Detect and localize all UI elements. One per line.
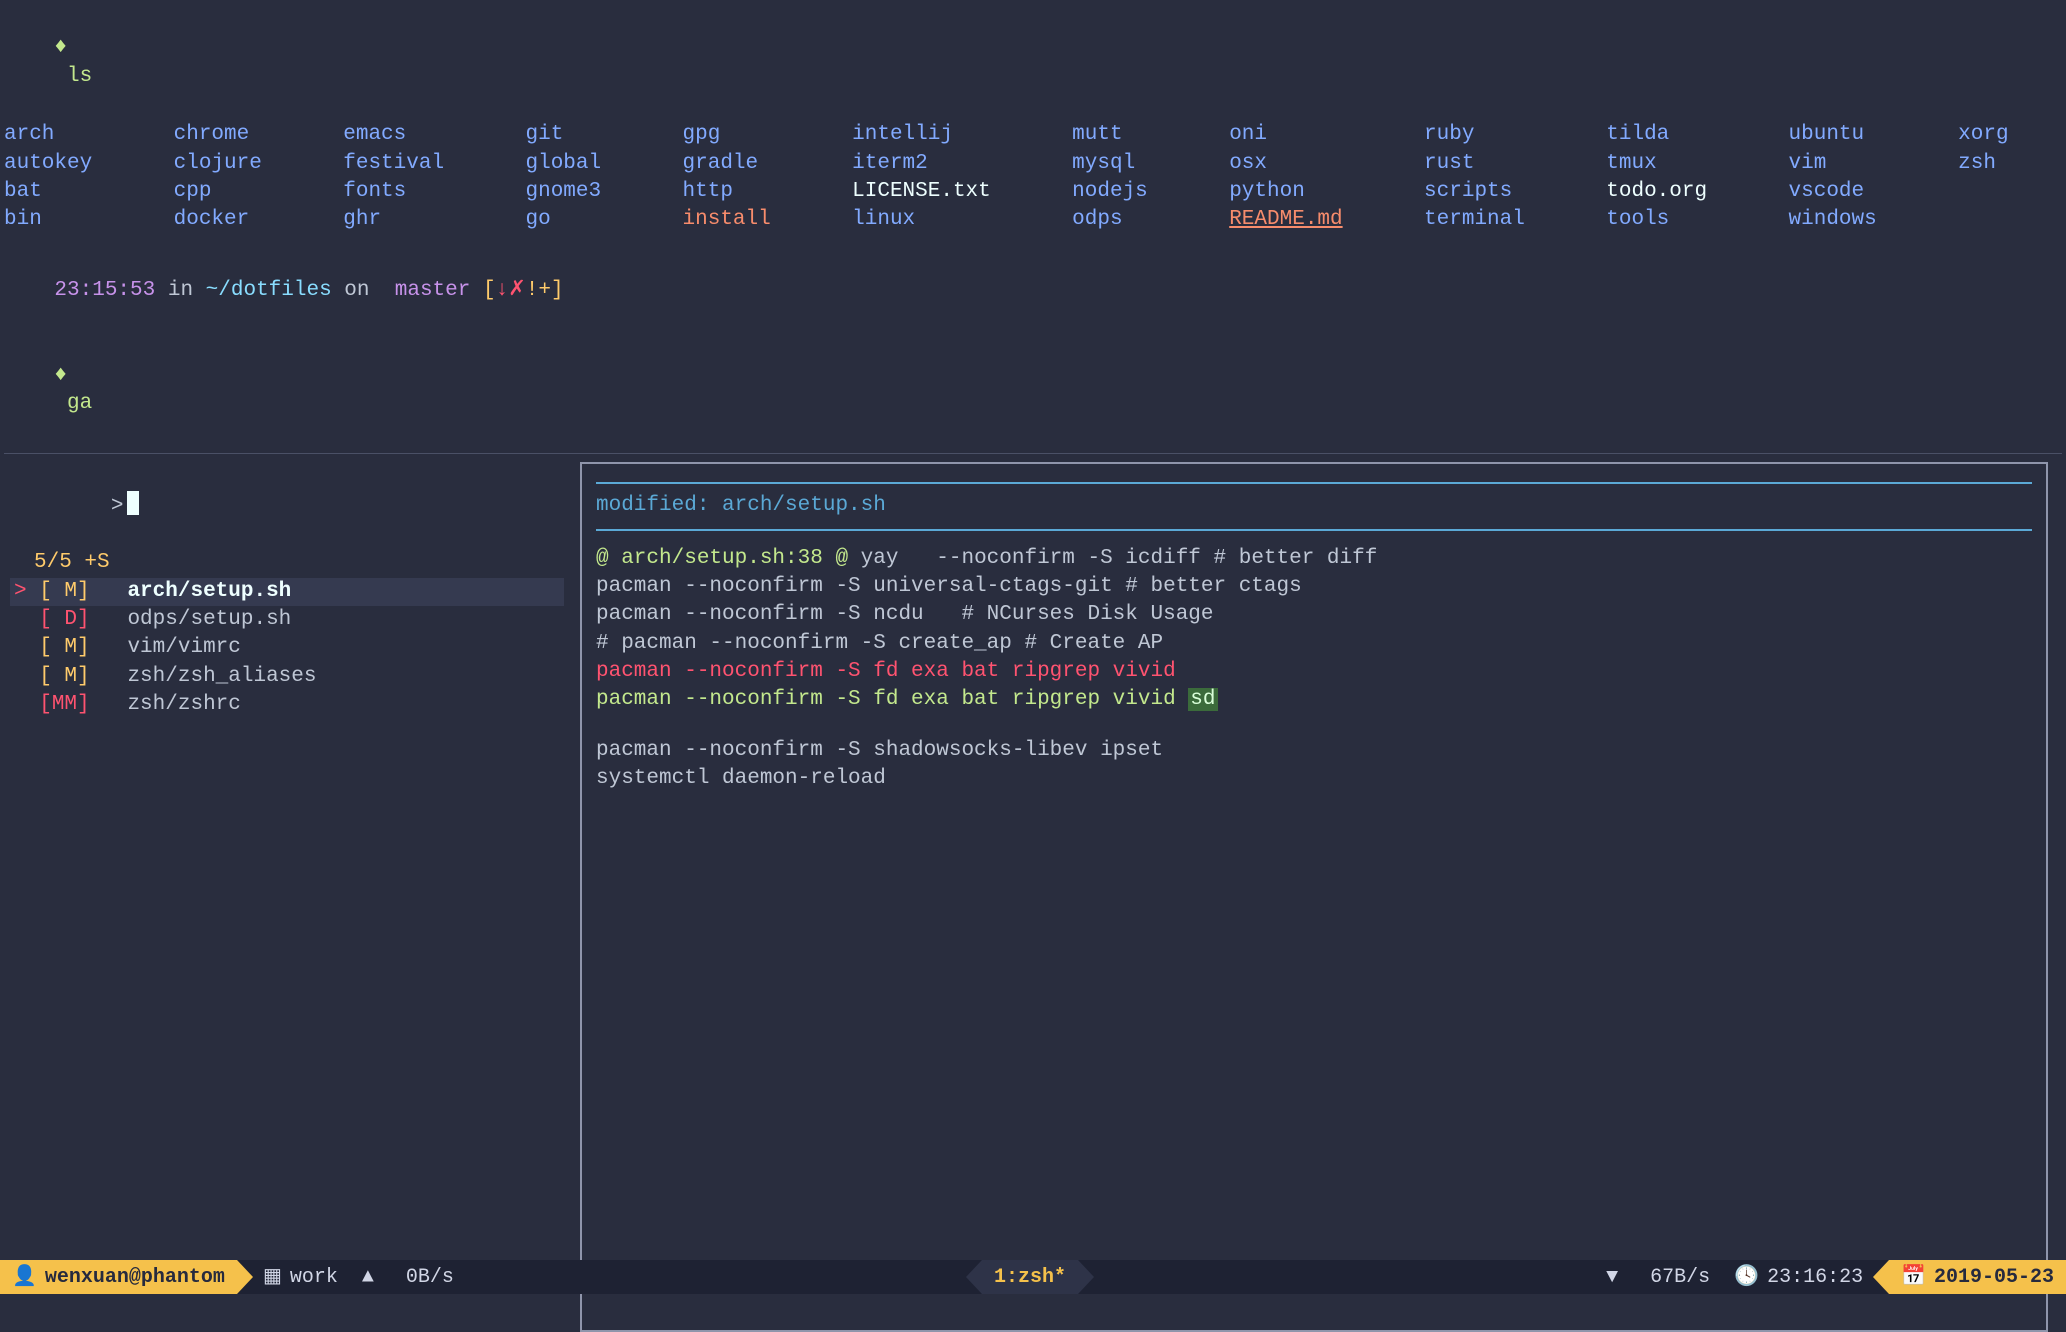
ls-entry: odps xyxy=(1072,206,1201,234)
flame-icon: ♦ xyxy=(54,36,67,59)
chevron-down-icon: ▼ xyxy=(1606,1264,1618,1291)
ls-entry: gradle xyxy=(683,150,825,178)
status-userhost: 👤wenxuan@phantom xyxy=(0,1260,237,1294)
diff-context: pacman --noconfirm -S ncdu # NCurses Dis… xyxy=(596,601,2032,629)
prompt-path: ~/dotfiles xyxy=(206,279,332,302)
calendar-icon: 📅 xyxy=(1901,1264,1926,1291)
ls-entry: linux xyxy=(852,206,1044,234)
diff-hunk: @ arch/setup.sh:38 @ yay --noconfirm -S … xyxy=(596,545,2032,573)
ls-entry: gnome3 xyxy=(525,178,654,206)
ls-entry: intellij xyxy=(852,121,1044,149)
clock-icon: 🕓 xyxy=(1734,1264,1759,1291)
grid-icon: ▦ xyxy=(263,1264,282,1291)
ls-entry: git xyxy=(525,121,654,149)
diff-context: pacman --noconfirm -S shadowsocks-libev … xyxy=(596,737,2032,765)
ls-entry: rust xyxy=(1424,150,1578,178)
ls-entry: docker xyxy=(174,206,316,234)
ls-entry xyxy=(1958,178,2062,206)
ls-entry: mysql xyxy=(1072,150,1201,178)
fzf-result-row[interactable]: [MM] zsh/zshrc xyxy=(10,691,564,719)
ls-entry: LICENSE.txt xyxy=(852,178,1044,206)
git-flags: [↓✗!+] xyxy=(470,279,563,302)
ls-entry: arch xyxy=(4,121,146,149)
fzf-prompt[interactable]: > xyxy=(10,462,564,549)
chevron-up-icon: ▲ xyxy=(362,1264,374,1291)
ls-entry: zsh xyxy=(1958,150,2062,178)
cursor xyxy=(127,491,139,515)
ls-entry: gpg xyxy=(683,121,825,149)
status-netspeed-up: ▲ 0B/s xyxy=(350,1260,466,1294)
fzf-counter: 5/5 +S xyxy=(10,549,564,577)
ls-entry: autokey xyxy=(4,150,146,178)
prompt-line-2-cmd: ♦ ga xyxy=(4,334,2062,447)
diff-added-line: pacman --noconfirm -S fd exa bat ripgrep… xyxy=(596,686,2032,714)
ls-entry: terminal xyxy=(1424,206,1578,234)
ls-entry: mutt xyxy=(1072,121,1201,149)
prompt-line-1: ♦ ls xyxy=(4,6,2062,119)
diff-header: modified: arch/setup.sh xyxy=(596,492,2032,520)
fzf-preview-pane: modified: arch/setup.sh @ arch/setup.sh:… xyxy=(580,462,2048,1332)
prompt-time: 23:15:53 xyxy=(54,279,155,302)
status-session[interactable]: ▦work xyxy=(237,1260,350,1294)
ls-entry: tools xyxy=(1606,206,1760,234)
branch-name: master xyxy=(395,279,471,302)
divider-line xyxy=(4,453,2062,454)
ls-entry: install xyxy=(683,206,825,234)
fzf-result-row[interactable]: > [ M] arch/setup.sh xyxy=(10,578,564,606)
branch-icon xyxy=(382,279,395,302)
fzf-result-row[interactable]: [ D] odps/setup.sh xyxy=(10,606,564,634)
ls-entry: scripts xyxy=(1424,178,1578,206)
ls-output-grid: arch chrome emacs git gpg intellij muttoniruby… xyxy=(4,121,2062,234)
ls-entry: fonts xyxy=(343,178,497,206)
ls-entry: go xyxy=(525,206,654,234)
ls-entry xyxy=(1958,206,2062,234)
ls-entry: bat xyxy=(4,178,146,206)
prompt-line-2: 23:15:53 in ~/dotfiles on master [↓✗!+] xyxy=(4,249,2062,334)
diff-context: pacman --noconfirm -S universal-ctags-gi… xyxy=(596,573,2032,601)
ls-entry: oni xyxy=(1229,121,1396,149)
ls-entry: iterm2 xyxy=(852,150,1044,178)
ls-entry: emacs xyxy=(343,121,497,149)
ls-entry: xorg xyxy=(1958,121,2062,149)
ls-entry: tmux xyxy=(1606,150,1760,178)
ls-entry: README.md xyxy=(1229,206,1396,234)
diff-deleted-line: pacman --noconfirm -S fd exa bat ripgrep… xyxy=(596,658,2032,686)
ls-entry: global xyxy=(525,150,654,178)
status-date: 📅2019-05-23 xyxy=(1889,1260,2066,1294)
ls-entry: chrome xyxy=(174,121,316,149)
ls-entry: osx xyxy=(1229,150,1396,178)
ls-entry: ruby xyxy=(1424,121,1578,149)
ls-entry: vim xyxy=(1789,150,1931,178)
ls-entry: python xyxy=(1229,178,1396,206)
ls-entry: http xyxy=(683,178,825,206)
status-clock: 🕓23:16:23 xyxy=(1722,1260,1889,1294)
ls-entry: windows xyxy=(1789,206,1931,234)
ls-entry: bin xyxy=(4,206,146,234)
ls-entry: vscode xyxy=(1789,178,1931,206)
command-ls: ls xyxy=(54,65,92,88)
ls-entry: todo.org xyxy=(1606,178,1760,206)
diff-context: # pacman --noconfirm -S create_ap # Crea… xyxy=(596,630,2032,658)
user-icon: 👤 xyxy=(12,1264,37,1291)
ls-entry: clojure xyxy=(174,150,316,178)
ls-entry: tilda xyxy=(1606,121,1760,149)
command-ga: ga xyxy=(54,392,92,415)
flame-icon: ♦ xyxy=(54,364,67,387)
ls-entry: ghr xyxy=(343,206,497,234)
ls-entry: cpp xyxy=(174,178,316,206)
ls-entry: festival xyxy=(343,150,497,178)
tmux-statusbar: 👤wenxuan@phantom ▦work ▲ 0B/s 1:zsh* ▼ 6… xyxy=(0,1260,2066,1294)
status-netspeed-down: ▼ 67B/s xyxy=(1594,1260,1722,1294)
fzf-result-row[interactable]: [ M] vim/vimrc xyxy=(10,634,564,662)
fzf-result-row[interactable]: [ M] zsh/zsh_aliases xyxy=(10,663,564,691)
fzf-left-pane: > 5/5 +S > [ M] arch/setup.sh [ D] odps/… xyxy=(4,462,564,719)
diff-context: systemctl daemon-reload xyxy=(596,765,2032,793)
status-active-tab[interactable]: 1:zsh* xyxy=(982,1260,1078,1294)
ls-entry: nodejs xyxy=(1072,178,1201,206)
ls-entry: ubuntu xyxy=(1789,121,1931,149)
